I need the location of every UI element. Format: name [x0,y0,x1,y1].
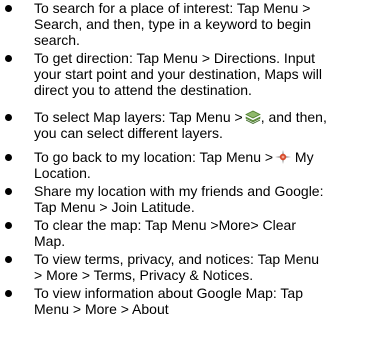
list-item-line: you can select different layers. [34,125,223,141]
list-item-line: Share my location with my friends and Go… [34,183,324,199]
list-item-line: Location. [34,165,91,181]
bullet-dot [5,55,12,62]
my-location-icon [275,150,292,164]
layers-icon [244,110,261,124]
list-item-line: Menu > More > About [34,301,169,317]
bullet-dot [5,290,12,297]
list-item-line: To get direction: Tap Menu > Directions.… [34,50,316,66]
list-item-line: To select Map layers: Tap Menu > , and t… [34,109,327,125]
list-item-line: To view terms, privacy, and notices: Tap… [34,251,320,267]
list-item-line: To go back to my location: Tap Menu > My [34,149,314,165]
list-item-line: direct you to attend the destination. [34,82,252,98]
bullet-dot [5,114,12,121]
bullet-dot [5,256,12,263]
list-item-line: Tap Menu > Join Latitude. [34,199,195,215]
list-item-line: To search for a place of interest: Tap M… [34,0,311,16]
bullet-dot [5,5,12,12]
list-item-line: your start point and your destination, M… [34,66,322,82]
line-text-after: My [291,149,314,165]
list-item-line: search. [34,32,80,48]
line-text-before: To select Map layers: Tap Menu > [34,109,243,125]
instruction-document: To search for a place of interest: Tap M… [0,0,369,354]
list-item-line: Map. [34,233,66,249]
list-item-line: > More > Terms, Privacy & Notices. [34,267,254,283]
list-item-line: To view information about Google Map: Ta… [34,285,304,301]
line-text-after: , and then, [260,109,327,125]
list-item-line: To clear the map: Tap Menu >More> Clear [34,217,296,233]
list-item-line: Search, and then, type in a keyword to b… [34,16,312,32]
bullet-dot [5,154,12,161]
bullet-dot [5,222,12,229]
bullet-dot [5,188,12,195]
line-text-before: To go back to my location: Tap Menu > [34,149,274,165]
